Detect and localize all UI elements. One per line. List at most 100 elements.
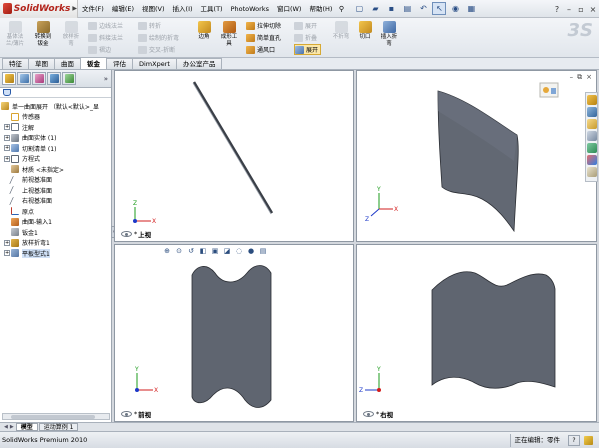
save-icon[interactable]: ▪	[384, 2, 398, 15]
viewport-top[interactable]: Z X * 上视	[114, 70, 354, 242]
decal-preview-icon[interactable]	[539, 82, 559, 98]
menu-edit[interactable]: 编辑(E)	[108, 0, 138, 18]
tab-office-products[interactable]: 办公室产品	[175, 58, 223, 69]
tab-features[interactable]: 特征	[2, 58, 29, 69]
tab-evaluate[interactable]: 评估	[106, 58, 133, 69]
tree-node[interactable]: + 注解	[1, 122, 111, 133]
solidworks-logo[interactable]: SolidWorks ▶	[0, 0, 78, 18]
menu-tools[interactable]: 工具(T)	[197, 0, 227, 18]
sketched-bend-button[interactable]: 绘制的折弯	[138, 32, 179, 43]
dimxpertmanager-tab[interactable]	[47, 72, 61, 85]
menu-help[interactable]: 帮助(H)	[305, 0, 336, 18]
tree-node[interactable]: 传感器	[1, 112, 111, 123]
options-icon[interactable]: ▦	[464, 2, 478, 15]
scroll-right-icon[interactable]: ▶	[10, 424, 14, 430]
chevron-double-right-icon[interactable]: »	[104, 75, 108, 83]
no-bends-button[interactable]: 不折弯	[330, 21, 352, 41]
propertymanager-tab[interactable]	[17, 72, 31, 85]
print-icon[interactable]: ▤	[400, 2, 414, 15]
tree-node[interactable]: + 曲面实体 (1)	[1, 133, 111, 144]
eye-icon[interactable]	[121, 231, 132, 237]
insert-bends-button[interactable]: 插入折 弯	[377, 21, 401, 47]
pin-icon[interactable]: ⚲	[336, 5, 346, 13]
search-icon[interactable]	[586, 131, 597, 141]
menu-file[interactable]: 文件(F)	[78, 0, 108, 18]
base-flange-button[interactable]: 基体法 兰/薄片	[4, 21, 26, 47]
simple-hole-button[interactable]: 简单直孔	[246, 32, 281, 43]
tab-sheet-metal[interactable]: 钣金	[80, 57, 107, 69]
expand-plus-icon[interactable]: +	[4, 134, 10, 141]
tree-node[interactable]: + 放样折弯1	[1, 238, 111, 249]
minimize-icon[interactable]: –	[565, 5, 573, 14]
expand-plus-icon[interactable]: +	[4, 250, 10, 257]
rip-button[interactable]: 切口	[356, 21, 374, 41]
close-icon[interactable]: ×	[586, 73, 592, 82]
tree-node[interactable]: 上视基准面	[1, 185, 111, 196]
miter-flange-button[interactable]: 斜接法兰	[88, 32, 123, 43]
tab-model[interactable]: 模型	[15, 423, 38, 431]
menu-insert[interactable]: 插入(I)	[169, 0, 197, 18]
expand-plus-icon[interactable]: +	[4, 239, 10, 246]
display-manager-tab[interactable]	[62, 72, 76, 85]
cross-break-button[interactable]: 交叉-折断	[138, 44, 175, 55]
hide-show-items-icon[interactable]: ◌	[234, 246, 244, 255]
edit-appearance-icon[interactable]: ●	[246, 246, 256, 255]
eye-icon[interactable]	[363, 411, 374, 417]
tree-root[interactable]: 单一曲面展开 （默认<默认>_显	[1, 101, 111, 112]
zoom-to-fit-icon[interactable]: ⊕	[162, 246, 172, 255]
tab-surfaces[interactable]: 曲面	[54, 58, 81, 69]
file-explorer-icon[interactable]	[586, 119, 597, 129]
expand-plus-icon[interactable]: +	[4, 155, 10, 162]
design-library-icon[interactable]	[586, 107, 597, 117]
rebuild-icon[interactable]: ◉	[448, 2, 462, 15]
expand-plus-icon[interactable]: +	[4, 124, 10, 131]
custom-properties-icon[interactable]	[586, 167, 597, 177]
scroll-left-icon[interactable]: ◀	[4, 424, 8, 430]
tree-node[interactable]: + 切割清单 (1)	[1, 143, 111, 154]
tree-node[interactable]: + 方程式	[1, 154, 111, 165]
corner-button[interactable]: 边角	[194, 21, 214, 41]
help-question-icon[interactable]: ?	[553, 5, 561, 14]
open-folder-icon[interactable]: ▰	[368, 2, 382, 15]
vent-button[interactable]: 通风口	[246, 44, 275, 55]
viewport-right[interactable]: Y Z * 右视	[356, 244, 597, 422]
edge-flange-button[interactable]: 边线法兰	[88, 20, 123, 31]
new-document-icon[interactable]: ▢	[352, 2, 366, 15]
restore-icon[interactable]: ▫	[577, 5, 585, 14]
menu-view[interactable]: 视图(V)	[138, 0, 169, 18]
tree-node[interactable]: 材质 <未指定>	[1, 164, 111, 175]
featuremanager-tab[interactable]	[2, 72, 16, 85]
configurationmanager-tab[interactable]	[32, 72, 46, 85]
menu-photoworks[interactable]: PhotoWorks	[227, 0, 273, 18]
lofted-bend-button[interactable]: 放样折 弯	[60, 21, 82, 47]
fold-button[interactable]: 折叠	[294, 32, 317, 43]
hem-button[interactable]: 褶边	[88, 44, 111, 55]
tree-filter[interactable]	[0, 88, 111, 98]
viewport-front[interactable]: Y X * 前视	[114, 244, 354, 422]
display-style-icon[interactable]: ◪	[222, 246, 232, 255]
previous-view-icon[interactable]: ↺	[186, 246, 196, 255]
tree-node[interactable]: 原点	[1, 206, 111, 217]
select-pointer-icon[interactable]: ↖	[432, 2, 447, 15]
menu-window[interactable]: 窗口(W)	[273, 0, 306, 18]
forming-tool-button[interactable]: 成形工 具	[218, 21, 240, 47]
close-icon[interactable]: ×	[589, 5, 597, 14]
view-palette-icon[interactable]	[586, 143, 597, 153]
restore-icon[interactable]: ⧉	[577, 73, 582, 82]
tree-node[interactable]: 右视基准面	[1, 196, 111, 207]
section-view-icon[interactable]: ◧	[198, 246, 208, 255]
appearances-icon[interactable]	[586, 155, 597, 165]
unfold-button[interactable]: 展开	[294, 20, 317, 31]
tree-node[interactable]: 前视基准面	[1, 175, 111, 186]
undo-icon[interactable]: ↶	[416, 2, 430, 15]
minimize-icon[interactable]: –	[570, 73, 574, 82]
expand-plus-icon[interactable]: +	[4, 145, 10, 152]
tree-node[interactable]: + 平板型式1	[1, 248, 111, 259]
view-orientation-icon[interactable]: ▣	[210, 246, 220, 255]
apply-scene-icon[interactable]: ▤	[258, 246, 268, 255]
extruded-cut-button[interactable]: 拉伸切除	[246, 20, 281, 31]
tab-dimxpert[interactable]: DimXpert	[132, 58, 177, 69]
eye-icon[interactable]	[121, 411, 132, 417]
tab-sketch[interactable]: 草图	[28, 58, 55, 69]
tab-motion-study[interactable]: 运动算例 1	[38, 423, 79, 431]
